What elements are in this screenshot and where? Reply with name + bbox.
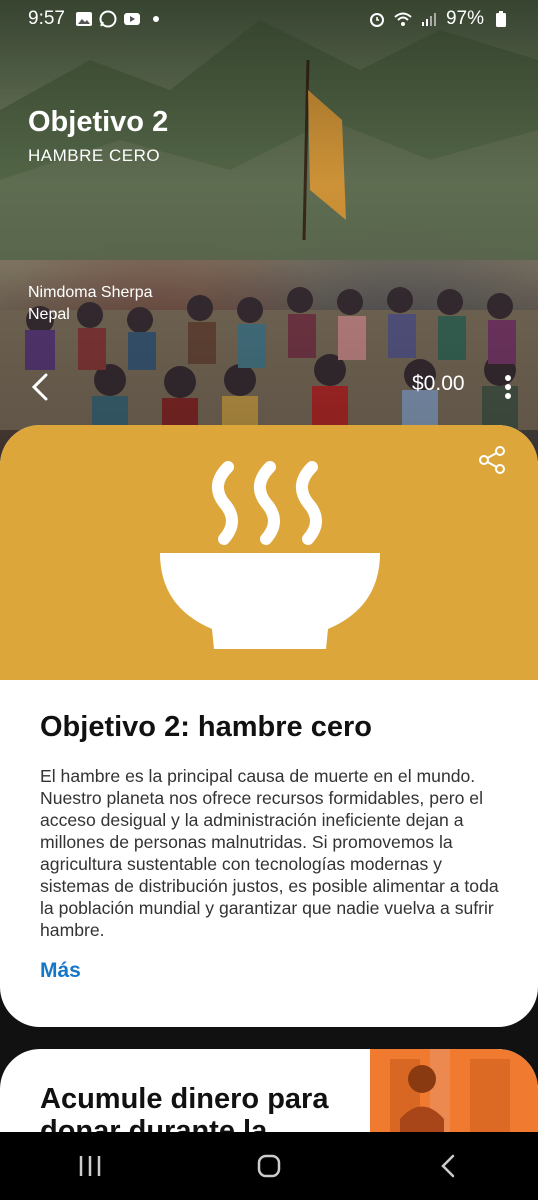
battery-icon — [496, 11, 506, 27]
share-button[interactable] — [478, 445, 506, 475]
navigation-bar — [0, 1132, 538, 1200]
back-button[interactable] — [28, 372, 52, 402]
goal-description: El hambre es la principal causa de muert… — [40, 766, 499, 940]
more-vertical-icon — [505, 375, 511, 399]
youtube-icon — [123, 13, 140, 25]
alarm-icon — [369, 13, 384, 27]
battery-percent: 97% — [445, 8, 484, 29]
recents-button[interactable] — [70, 1146, 110, 1186]
system-back-button[interactable] — [428, 1146, 468, 1186]
more-link[interactable]: Más — [40, 959, 81, 983]
dot-icon — [152, 16, 159, 22]
signal-icon — [421, 13, 436, 26]
donation-amount: $0.00 — [412, 372, 465, 395]
more-options-button[interactable] — [498, 372, 518, 402]
status-time: 9:57 — [28, 8, 65, 29]
home-icon — [257, 1154, 281, 1178]
home-button[interactable] — [249, 1146, 289, 1186]
goal-title: Objetivo 2: hambre cero — [40, 711, 372, 743]
recents-icon — [79, 1156, 100, 1176]
status-bar: 9:57 97% — [0, 0, 538, 38]
back-icon — [441, 1154, 455, 1178]
gallery-icon — [75, 12, 92, 26]
photo-credit-name: Nimdoma Sherpa — [28, 284, 153, 301]
hero-subtitle: HAMBRE CERO — [28, 146, 161, 165]
chevron-left-icon — [31, 373, 48, 401]
goal-banner — [0, 425, 538, 680]
wifi-icon — [394, 12, 412, 26]
whatsapp-icon — [99, 10, 117, 28]
goal-card: Objetivo 2: hambre cero El hambre es la … — [0, 425, 538, 1027]
photo-credit-place: Nepal — [28, 306, 70, 323]
hunger-bowl-icon — [160, 461, 380, 649]
share-icon — [479, 446, 505, 474]
hero-title: Objetivo 2 — [28, 106, 169, 138]
